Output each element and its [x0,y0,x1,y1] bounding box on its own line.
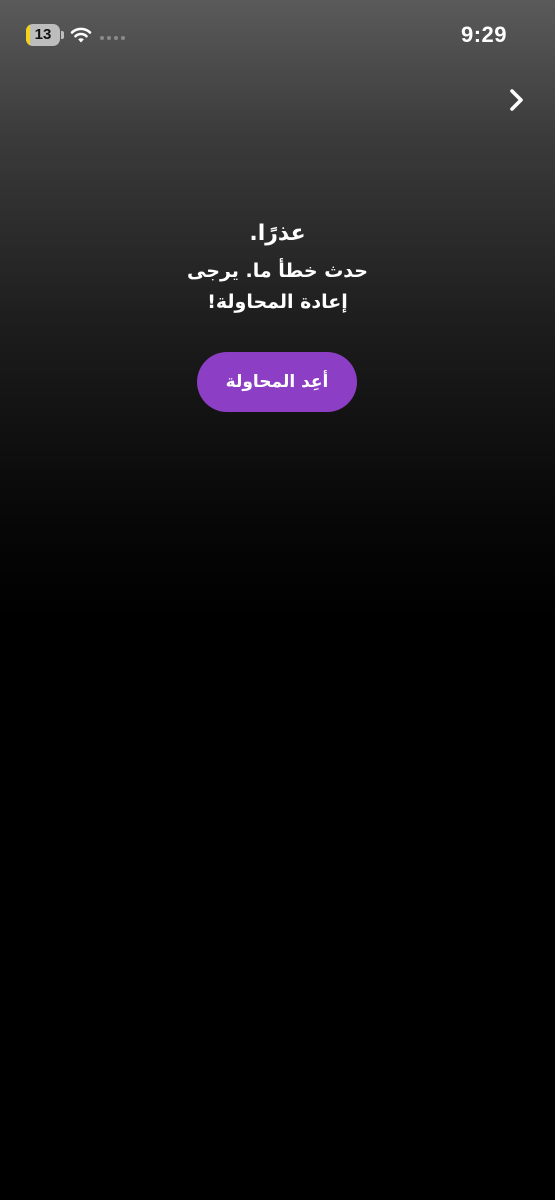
next-button[interactable] [501,84,533,116]
error-message-block: عذرًا. حدث خطأ ما. يرجى إعادة المحاولة! [0,214,555,318]
error-screen: 13 9:29 عذرًا. حدث خطأ ما. يرجى إعادة ال… [0,0,555,1200]
battery-level-text: 13 [34,26,52,43]
error-title: عذرًا. [249,221,306,246]
status-time: 9:29 [460,22,507,47]
battery-terminal [61,31,64,39]
chevron-right-icon [510,89,523,111]
cellular-signal-icon [100,36,125,40]
error-description: حدث خطأ ما. يرجى إعادة المحاولة! [187,260,368,313]
status-bar: 13 9:29 [0,0,555,70]
retry-button[interactable]: أعِد المحاولة [197,352,357,412]
wifi-icon [70,27,92,43]
battery-icon: 13 [26,24,60,46]
